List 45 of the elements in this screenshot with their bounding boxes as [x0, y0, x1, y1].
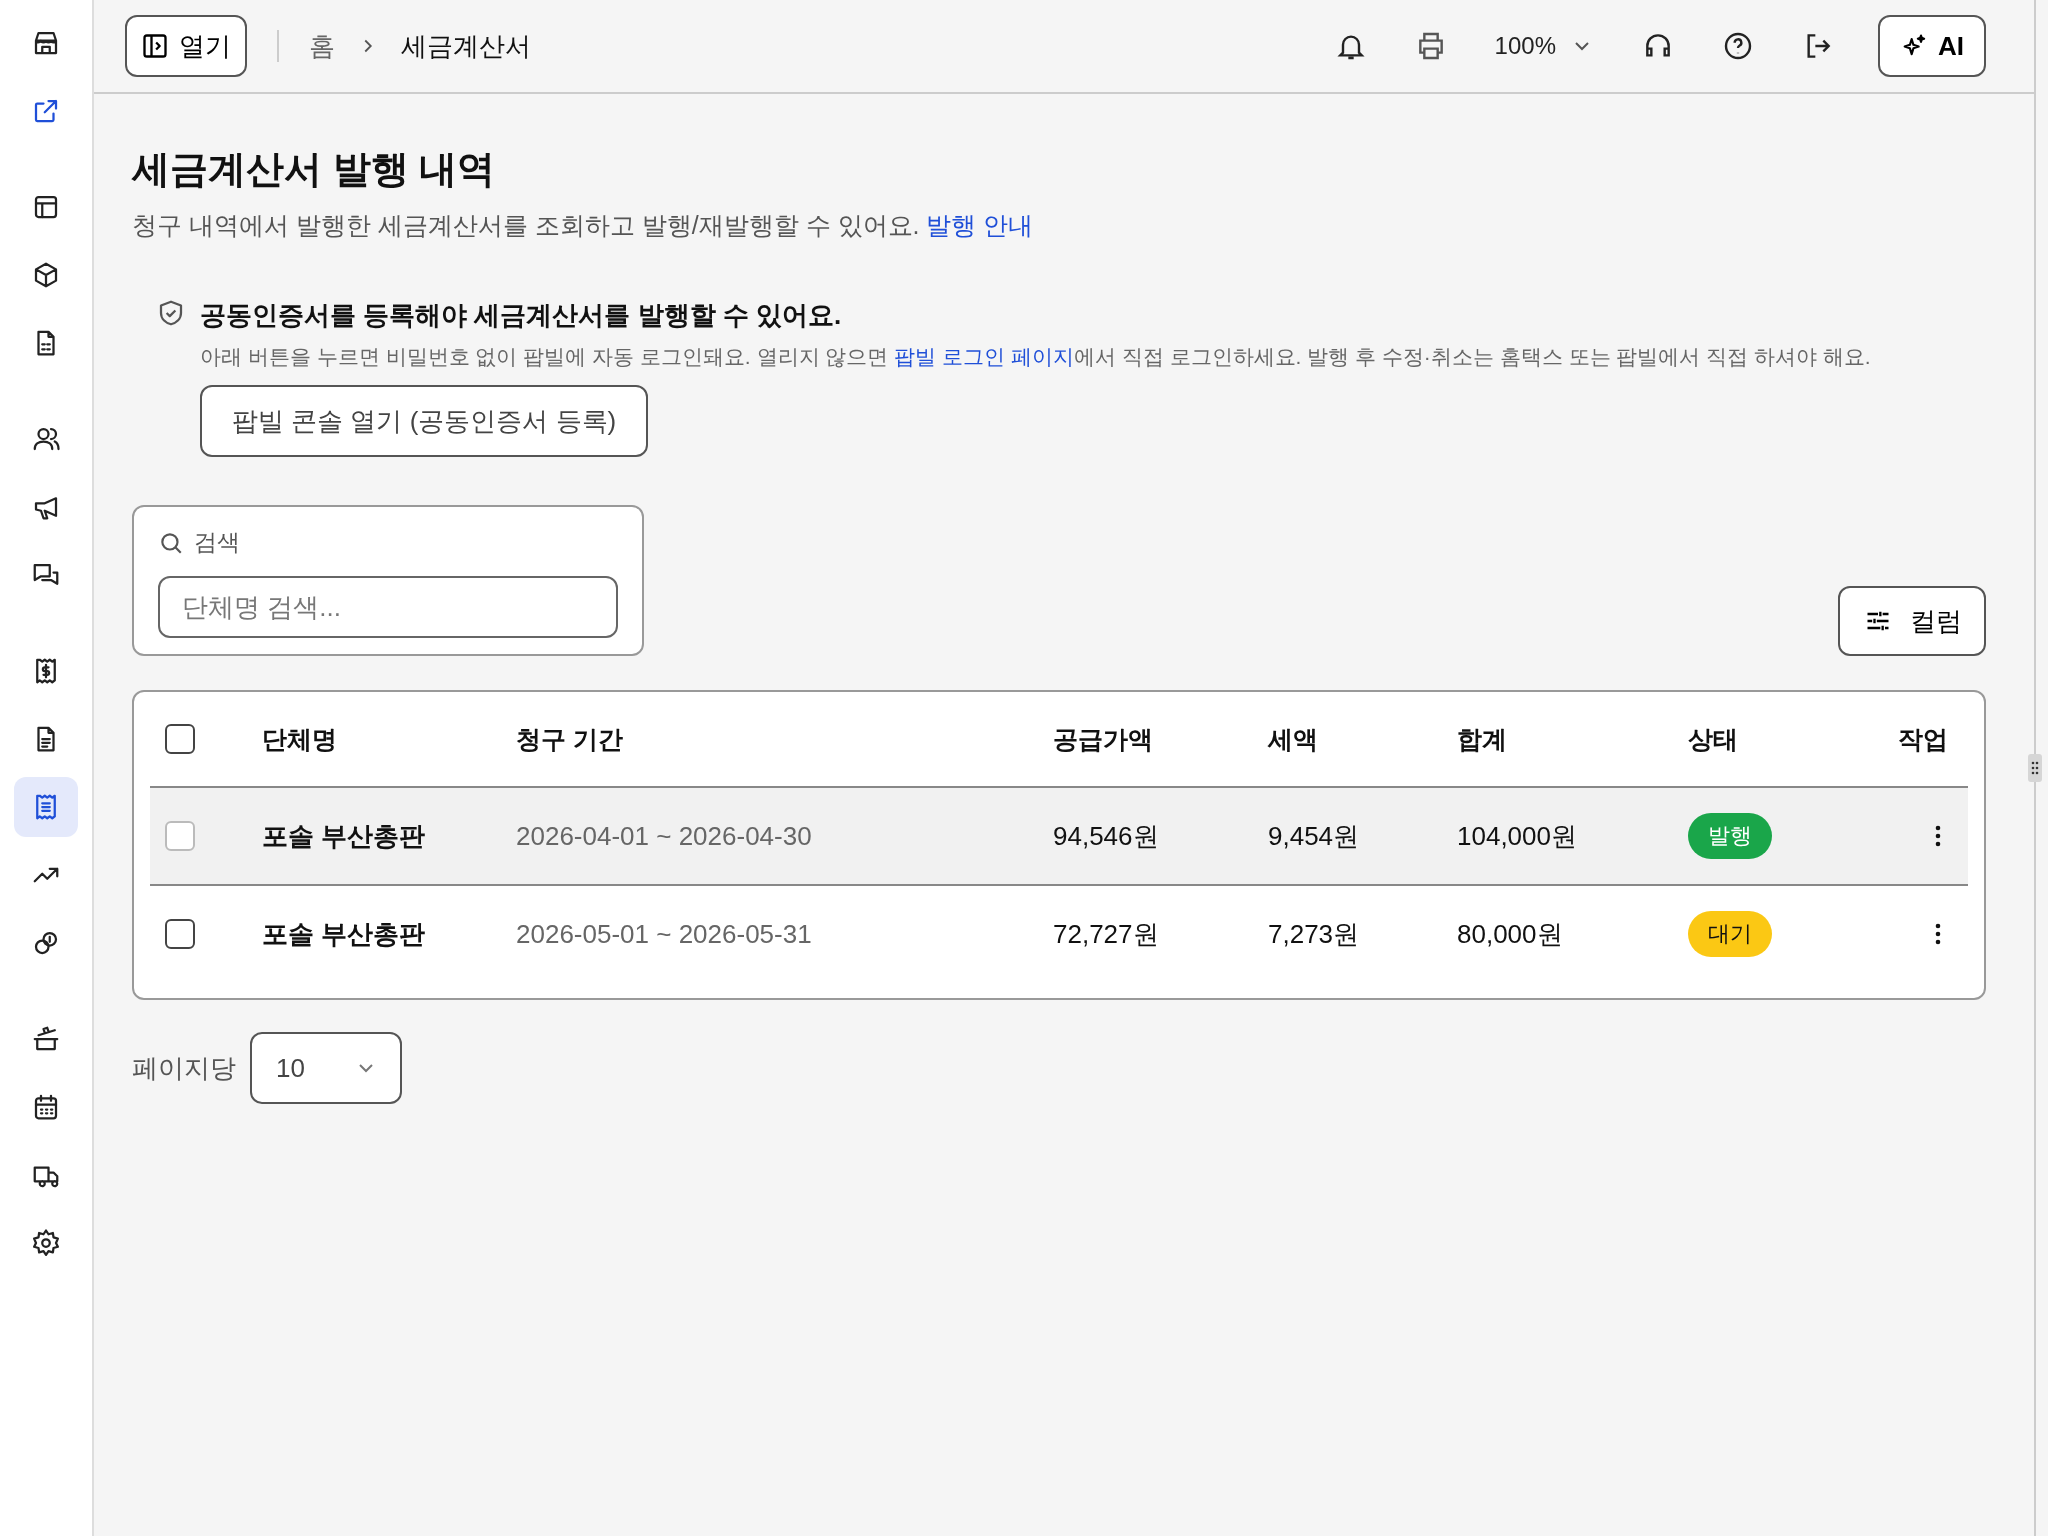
table-cell-text: 포솔 부산총판 [262, 819, 427, 853]
sidebar-item[interactable] [14, 777, 78, 837]
column-header: 단체명 [262, 723, 338, 755]
help-icon[interactable] [1722, 30, 1754, 62]
table-cell-text: 2026-04-01 ~ 2026-04-30 [516, 820, 813, 852]
breadcrumb-link[interactable]: 홈 [309, 28, 335, 64]
open-console-button[interactable]: 팝빌 콘솔 열기 (공동인증서 등록) [200, 385, 649, 457]
table-cell-text: 7,273원 [1268, 917, 1361, 951]
status-badge: 대기 [1688, 911, 1772, 957]
table-cell-text: 포솔 부산총판 [262, 917, 427, 951]
column-header: 청구 기간 [516, 723, 624, 755]
table-row[interactable]: 포솔 부산총판 2026-05-01 ~ 2026-05-31 72,727원 7,273원 80,000원 대기 [150, 884, 1968, 982]
zoom-dropdown[interactable]: 100% [1494, 32, 1594, 60]
page-title: 세금계산서 발행 내역 [132, 147, 497, 192]
notice-text: 아래 버튼을 누르면 비밀번호 없이 팝빌에 자동 로그인돼요. 열리지 않으면 팝빌 로그인 페이지에서 직접 로그인하세요. 발행 후 수정·취소는 홈택스 또는 팝빌에서 직접 하셔야 해요. [200, 344, 1871, 370]
column-header: 상태 [1688, 723, 1739, 755]
notice-title: 공동인증서를 등록해야 세금계산서를 발행할 수 있어요. [200, 299, 843, 332]
more-options-icon[interactable] [1934, 922, 1942, 946]
row-checkbox[interactable] [165, 919, 195, 949]
table-cell-text: 9,454원 [1268, 819, 1361, 853]
page-description: 청구 내역에서 발행한 세금계산서를 조회하고 발행/재발행할 수 있어요. 발행 안내 [132, 210, 1035, 241]
columns-button[interactable]: 컬럼 [1838, 586, 1986, 656]
column-header: 합계 [1457, 723, 1508, 755]
search-field[interactable]: 단체명 검색... [158, 576, 618, 638]
column-header: 작업 [1898, 723, 1948, 755]
sidebar-panel-icon [141, 32, 169, 60]
table-cell-text: 104,000원 [1457, 819, 1578, 853]
guide-link[interactable]: 발행 안내 [926, 211, 1034, 239]
column-header: 세액 [1268, 723, 1319, 755]
page-size-label: 페이지당 [132, 1051, 236, 1085]
table-cell-text: 94,546원 [1053, 819, 1160, 853]
resize-handle-icon[interactable] [2028, 754, 2042, 782]
open-sidebar-button[interactable]: 열기 [125, 15, 247, 77]
breadcrumb-current: 세금계산서 [401, 29, 531, 63]
table-cell-text: 80,000원 [1457, 917, 1564, 951]
settings-icon [31, 1228, 61, 1258]
login-page-link[interactable]: 팝빌 로그인 페이지 [894, 345, 1074, 368]
ai-button[interactable]: AI [1878, 15, 1986, 77]
select-all-checkbox[interactable] [165, 724, 195, 754]
column-header: 공급가액 [1053, 723, 1154, 755]
page-size-dropdown[interactable]: 10 [250, 1032, 402, 1104]
search-label: 검색 [194, 528, 240, 557]
table-cell-text: 2026-05-01 ~ 2026-05-31 [516, 918, 813, 950]
table-cell-text: 72,727원 [1053, 917, 1160, 951]
status-badge: 발행 [1688, 813, 1772, 859]
